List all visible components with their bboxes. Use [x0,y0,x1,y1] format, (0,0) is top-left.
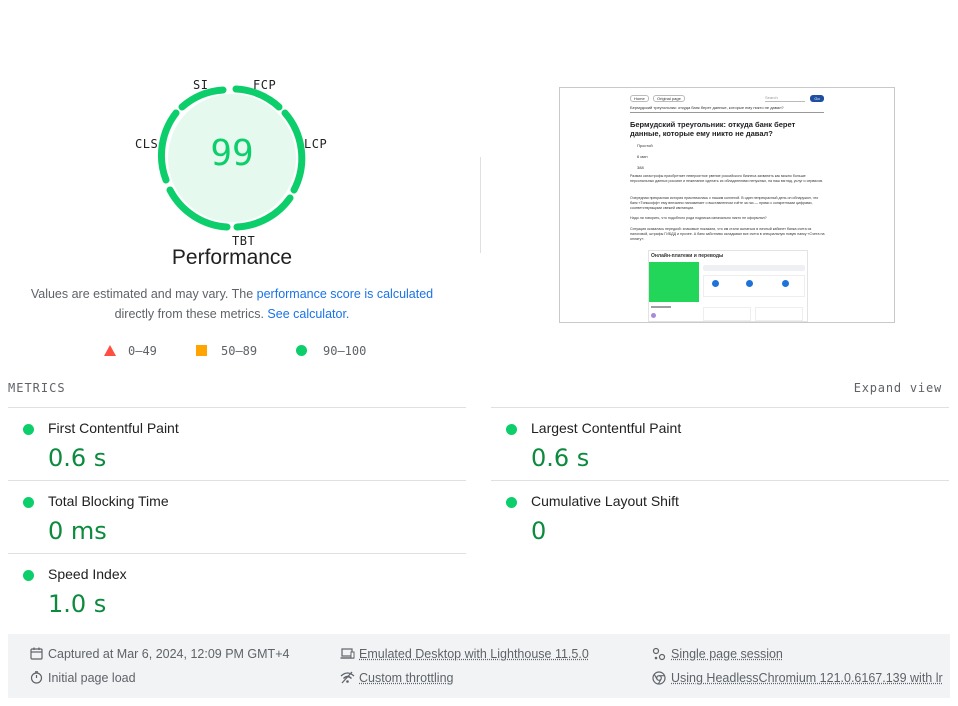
pass-circle-icon [23,570,34,581]
laptop-icon [340,648,355,659]
timer-icon [30,671,43,684]
thumb-para1: Размах катастрофы приобретает невероятно… [630,174,824,183]
metric-lcp: Largest Contentful Paint 0.6 s [491,407,949,480]
pass-circle-icon [506,497,517,508]
pass-circle-icon [296,345,307,356]
legend-average-label: 50–89 [221,344,258,358]
performance-score: 99 [210,133,254,174]
thumb-heading: Бермудский треугольник: откуда банк бере… [630,120,796,138]
session-text[interactable]: Single page session [671,646,783,662]
legend-average: 50–89 [196,342,257,360]
metric-name: Cumulative Layout Shift [531,493,679,509]
thumb-original-button: Original page [653,95,685,102]
thumb-widget-card [755,307,803,321]
legend-pass-label: 90–100 [323,344,367,358]
legend-fail: 0–49 [104,342,157,360]
metric-name: Total Blocking Time [48,493,169,509]
thumb-meta3: 388 [637,165,644,170]
thumb-home-button: Home [630,95,649,102]
captured-text: Captured at Mar 6, 2024, 12:09 PM GMT+4 [48,647,290,661]
metric-value: 1.0 s [48,590,107,618]
throttling-text[interactable]: Custom throttling [359,670,453,686]
metric-value: 0.6 s [531,444,590,472]
thumb-search: Search [765,95,778,100]
metric-name: Largest Contentful Paint [531,420,682,436]
thumb-widget-search [703,265,805,271]
calendar-icon [30,647,43,660]
thumb-para3: Надо ли говорить, что подобного рода под… [630,216,767,220]
thumb-action-icon [712,280,719,287]
pass-circle-icon [506,424,517,435]
wifi-icon [340,671,355,684]
gauge-title: Performance [171,246,293,269]
fail-triangle-icon [104,345,116,356]
gauge-label-lcp: LCP [304,137,328,151]
average-square-icon [196,345,207,356]
see-calculator-link[interactable]: See calculator. [267,307,349,321]
gauge-label-si: SI [193,78,209,92]
thumb-widget-card [703,307,751,321]
thumb-widget-line [651,306,671,308]
pass-circle-icon [23,497,34,508]
legend-pass: 90–100 [296,342,366,360]
thumb-search-underline [765,101,805,102]
expand-view-button[interactable]: Expand view [854,381,942,395]
chromium-icon [652,671,666,685]
thumb-meta2: 6 мин [637,154,648,159]
score-calculated-link[interactable]: performance score is calculated [257,287,433,301]
desc-text-2: directly from these metrics. [114,307,268,321]
gauge-label-cls: CLS [135,137,159,151]
thumb-widget-avatar [651,313,656,318]
thumb-widget-green-panel [649,262,699,302]
thumb-go-button: Go [810,95,824,102]
metric-si: Speed Index 1.0 s [8,553,466,626]
legend-fail-label: 0–49 [128,344,157,358]
thumb-para4: Ситуация оказалась нередкой: знакомые по… [630,227,825,241]
gauge-label-fcp: FCP [253,78,277,92]
metric-value: 0 ms [48,517,107,545]
metric-fcp: First Contentful Paint 0.6 s [8,407,466,480]
metric-value: 0.6 s [48,444,107,472]
emulated-text[interactable]: Emulated Desktop with Lighthouse 11.5.0 [359,646,589,662]
thumb-widget-title: Онлайн-платежи и переводы [651,253,724,259]
metric-name: First Contentful Paint [48,420,179,436]
metric-cls: Cumulative Layout Shift 0 [491,480,949,553]
metric-value: 0 [531,517,547,545]
vertical-divider [480,157,481,253]
metric-tbt: Total Blocking Time 0 ms [8,480,466,553]
thumb-action-icon [782,280,789,287]
browser-text[interactable]: Using HeadlessChromium 121.0.6167.139 wi… [671,670,943,686]
runtime-settings: Captured at Mar 6, 2024, 12:09 PM GMT+4 … [8,634,950,698]
thumb-breadcrumb: Бермудский треугольник: откуда банк бере… [630,105,784,110]
thumb-widget-actions [703,275,805,297]
metrics-header: METRICS Expand view [8,381,942,397]
desc-text-1: Values are estimated and may vary. The [30,287,257,301]
initial-load-text: Initial page load [48,671,136,685]
pass-circle-icon [23,424,34,435]
thumb-widget: Онлайн-платежи и переводы [648,250,808,322]
thumb-meta1: Простой [637,143,653,148]
final-screenshot[interactable]: Home Original page Search Go Бермудский … [559,87,895,323]
thumb-rule [630,112,824,113]
metrics-title: METRICS [8,381,66,395]
metric-name: Speed Index [48,566,127,582]
session-icon [652,647,666,661]
thumb-action-icon [746,280,753,287]
score-description: Values are estimated and may vary. The p… [20,284,444,324]
thumb-para2: Очередная прекрасная история приключилас… [630,196,819,210]
